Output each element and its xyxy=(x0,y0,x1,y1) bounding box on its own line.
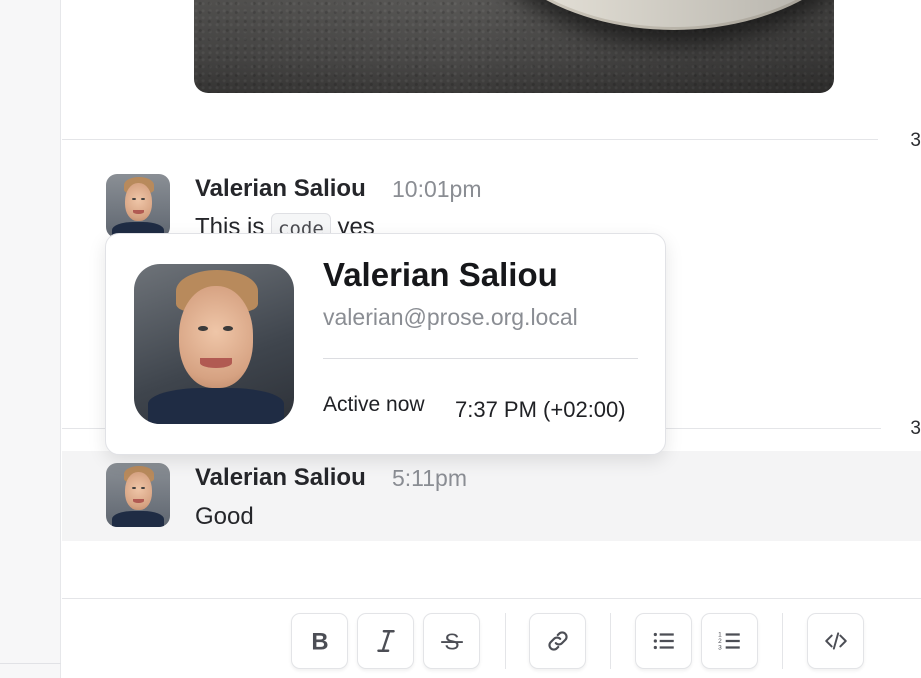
message-row-hovered[interactable] xyxy=(62,451,921,541)
link-button[interactable] xyxy=(529,613,586,669)
numbered-list-icon: 123 xyxy=(718,632,740,652)
numbered-list-button[interactable]: 123 xyxy=(701,613,758,669)
profile-popover: Valerian Saliou valerian@prose.org.local… xyxy=(105,233,666,455)
left-sidebar xyxy=(0,0,61,678)
edge-number: 3 xyxy=(910,418,921,439)
italic-icon xyxy=(376,630,395,652)
message-text: Good xyxy=(195,503,254,530)
strikethrough-icon: S xyxy=(440,629,463,654)
code-icon xyxy=(824,632,847,650)
link-icon xyxy=(547,631,568,651)
svg-text:B: B xyxy=(311,629,328,654)
profile-avatar xyxy=(134,264,294,424)
profile-separator xyxy=(323,358,638,359)
bold-icon: B xyxy=(311,629,328,654)
profile-email: valerian@prose.org.local xyxy=(323,304,578,330)
avatar[interactable] xyxy=(106,174,170,238)
message-author[interactable]: Valerian Saliou xyxy=(195,464,366,492)
message-image-attachment[interactable] xyxy=(194,0,834,93)
svg-text:3: 3 xyxy=(718,645,722,652)
message-timestamp: 5:11pm xyxy=(392,465,468,491)
composer-divider xyxy=(62,598,921,599)
profile-name: Valerian Saliou xyxy=(323,256,558,293)
edge-number: 3 xyxy=(910,130,921,151)
profile-status: Active now xyxy=(323,393,425,416)
strikethrough-button[interactable]: S xyxy=(423,613,480,669)
message-author[interactable]: Valerian Saliou xyxy=(195,175,366,203)
italic-button[interactable] xyxy=(357,613,414,669)
sidebar-divider xyxy=(0,663,61,664)
profile-local-time: 7:37 PM (+02:00) xyxy=(455,397,626,422)
message-divider xyxy=(62,139,878,140)
avatar[interactable] xyxy=(106,463,170,527)
bullet-list-icon xyxy=(653,632,674,650)
bullet-list-button[interactable] xyxy=(635,613,692,669)
bold-button[interactable]: B xyxy=(291,613,348,669)
message-timestamp: 10:01pm xyxy=(392,176,482,202)
code-button[interactable] xyxy=(807,613,864,669)
